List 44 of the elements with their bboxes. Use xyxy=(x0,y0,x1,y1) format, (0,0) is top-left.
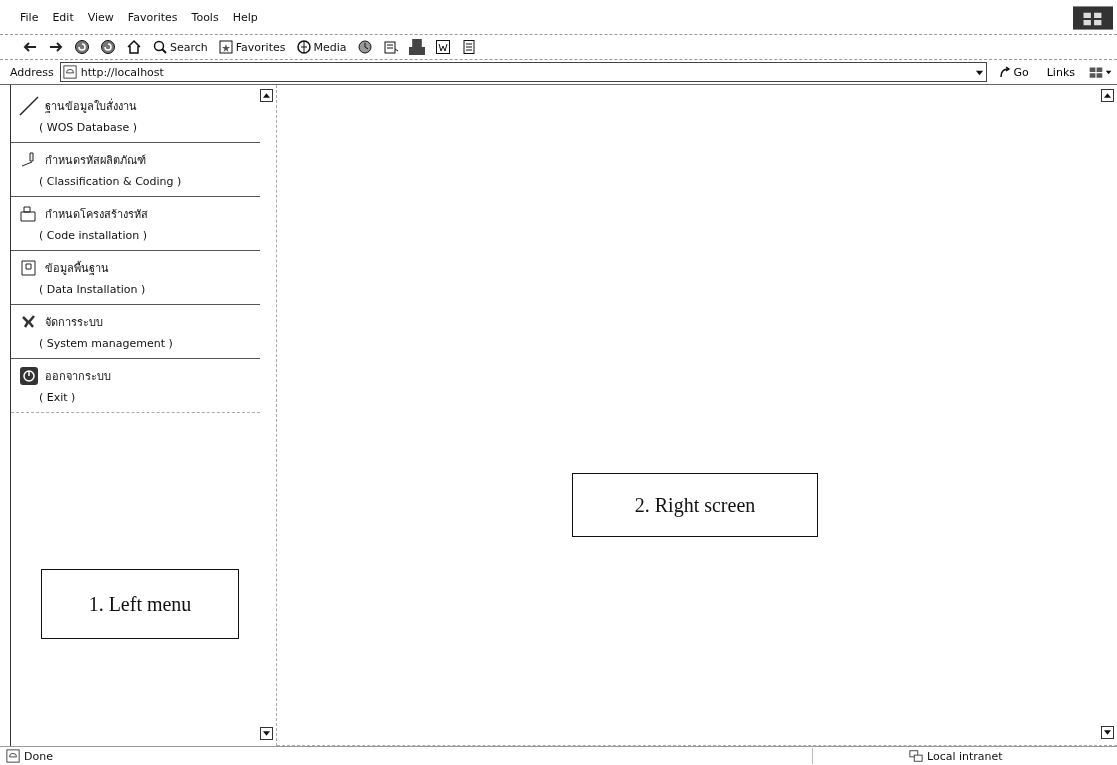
menu-item[interactable]: Help xyxy=(232,10,258,24)
print-button[interactable] xyxy=(406,39,427,55)
globe-icon xyxy=(295,39,312,55)
menu-link[interactable]: ออกจากระบบ ( Exit ) xyxy=(11,359,260,413)
windows-flag-icon[interactable] xyxy=(1087,64,1113,80)
menu-link[interactable]: ข้อมูลพื้นฐาน ( Data Installation ) xyxy=(11,251,260,305)
page-icon xyxy=(6,749,20,763)
menu-item[interactable]: Favorites xyxy=(127,10,178,24)
favorites-button[interactable]: Favorites xyxy=(215,39,288,55)
go-button[interactable]: Go xyxy=(993,65,1035,79)
media-button[interactable]: Media xyxy=(293,39,349,55)
menu-link[interactable]: จัดการระบบ ( System management ) xyxy=(11,305,260,359)
menu-item[interactable]: File xyxy=(20,10,39,24)
annotation-label: 2. Right screen xyxy=(572,473,818,537)
links-button[interactable]: Links xyxy=(1040,65,1081,79)
page-icon xyxy=(62,65,77,79)
menu-link[interactable]: กำหนดรหัสผลิตภัณฑ์ ( Classification & Coding ) xyxy=(11,143,260,197)
scroll-up-button[interactable] xyxy=(1101,89,1114,102)
search-button[interactable]: Search xyxy=(150,39,210,55)
arrow-icon xyxy=(999,66,1012,78)
status-text: Done xyxy=(24,749,53,763)
document-icon xyxy=(19,258,39,278)
triangle-down-icon xyxy=(263,731,270,736)
menu-link[interactable]: กำหนดโครงสร้างรหัส ( Code installation ) xyxy=(11,197,260,251)
scroll-up-button[interactable] xyxy=(260,89,273,102)
menu-item[interactable]: View xyxy=(87,10,114,24)
scroll-down-button[interactable] xyxy=(260,727,273,740)
power-icon xyxy=(19,366,39,386)
triangle-down-icon xyxy=(1104,730,1111,735)
address-label: Address xyxy=(10,65,54,79)
printer-icon xyxy=(408,39,425,55)
menu-link[interactable]: ฐานข้อมูลใบสั่งงาน ( WOS Database ) xyxy=(11,89,260,143)
windows-logo-icon xyxy=(1073,6,1113,30)
stop-button[interactable] xyxy=(72,39,92,55)
refresh-button[interactable] xyxy=(98,39,118,55)
menu-item[interactable]: Edit xyxy=(52,10,74,24)
annotation-label: 1. Left menu xyxy=(41,569,239,639)
menu-item[interactable]: Tools xyxy=(191,10,219,24)
scroll-down-button[interactable] xyxy=(1101,726,1114,739)
zone-text: Local intranet xyxy=(927,749,1003,763)
triangle-up-icon xyxy=(263,93,270,98)
search-icon xyxy=(152,39,168,55)
address-field[interactable]: http://localhost xyxy=(59,62,988,82)
triangle-up-icon xyxy=(1104,93,1111,98)
